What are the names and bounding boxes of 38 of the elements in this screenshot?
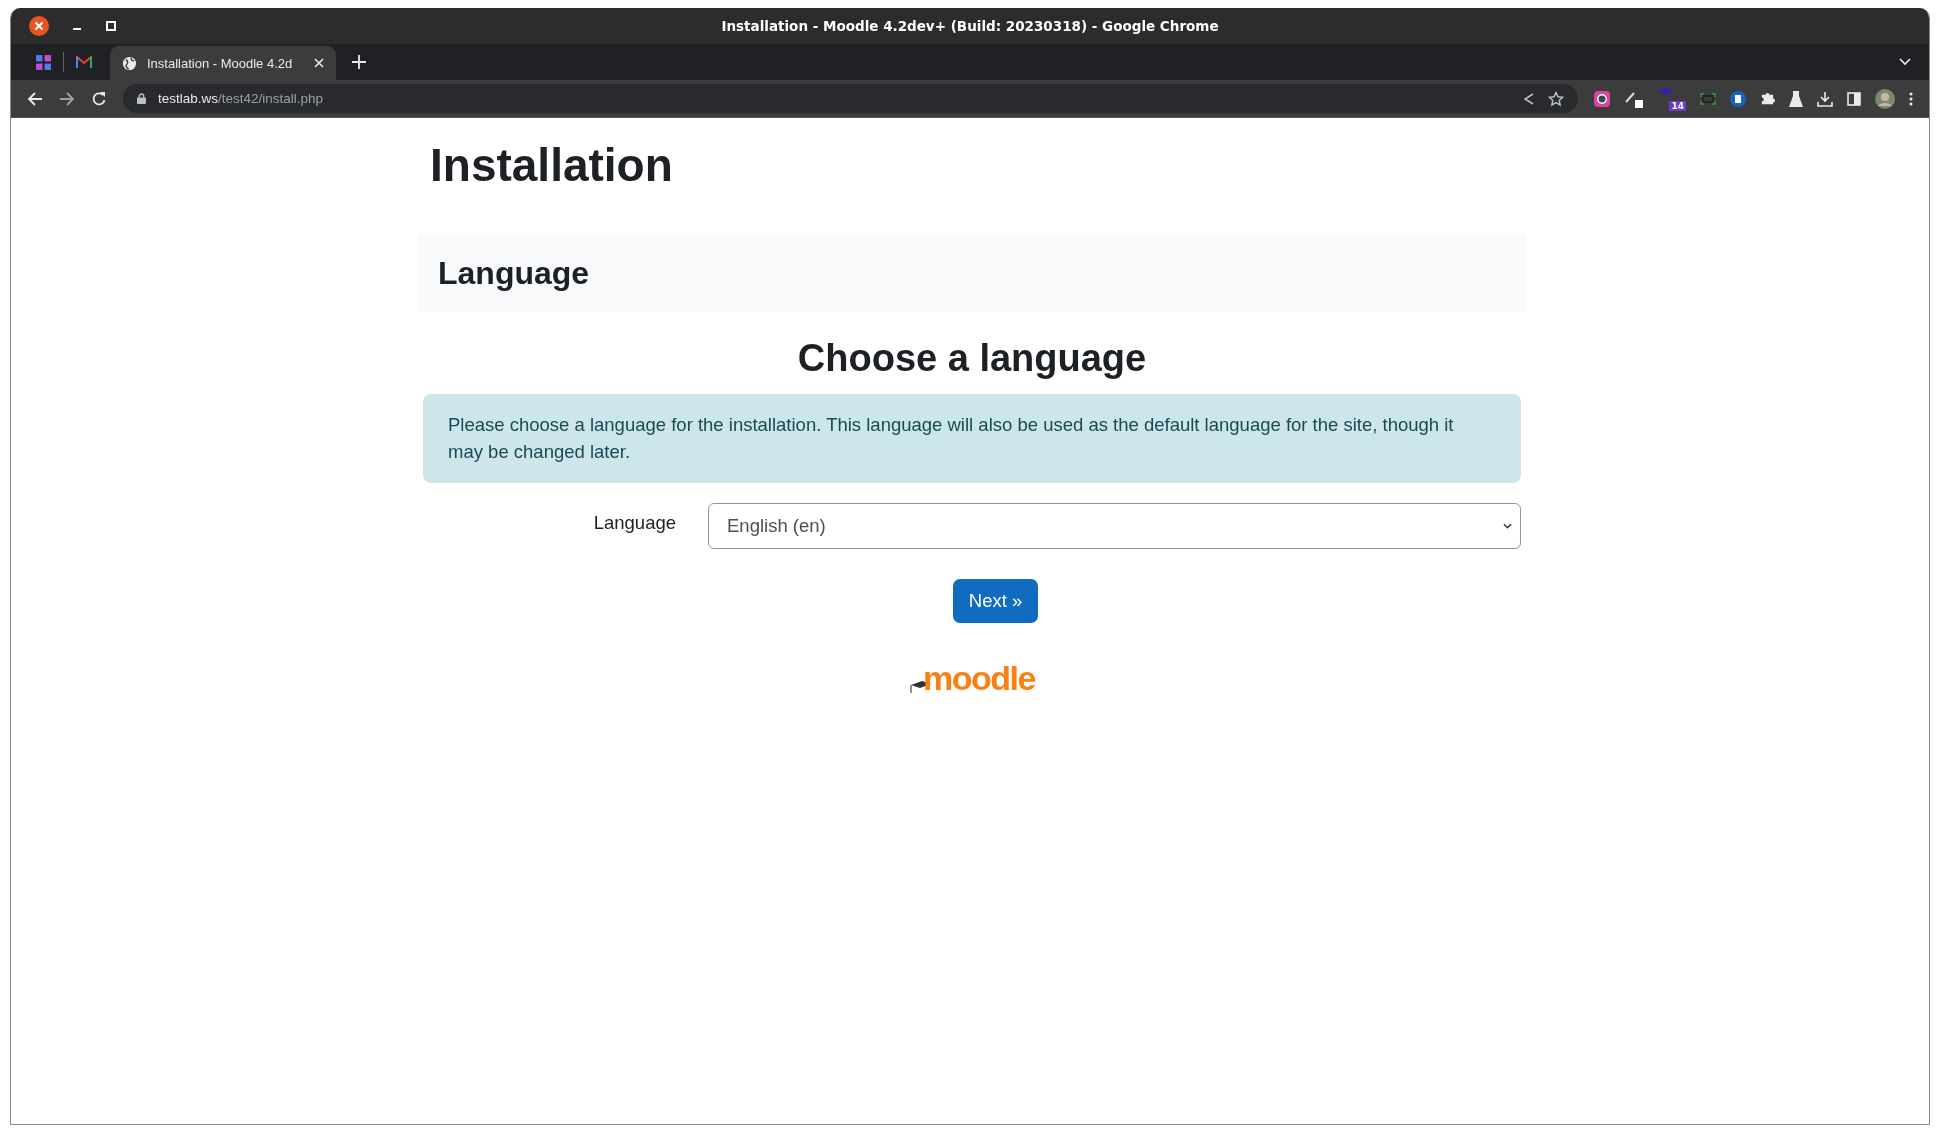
chevron-down-icon [1503, 523, 1512, 530]
page-heading: Installation [430, 138, 674, 193]
forward-icon[interactable] [59, 90, 75, 107]
extension-badge[interactable]: 14 [1658, 86, 1686, 111]
next-button[interactable]: Next » [952, 579, 1039, 624]
field-label: Language [592, 512, 677, 535]
screen-icon[interactable] [1700, 92, 1716, 105]
star-icon[interactable] [1548, 90, 1564, 107]
document-icon[interactable] [1730, 90, 1746, 107]
badge-count: 14 [1669, 100, 1686, 111]
subheading: Choose a language [796, 336, 1148, 381]
download-icon[interactable] [1817, 90, 1833, 107]
tab-title: Installation - Moodle 4.2d [147, 55, 294, 71]
ring-icon[interactable] [1594, 90, 1610, 107]
new-tab-icon[interactable] [352, 55, 366, 69]
more-icon[interactable] [1909, 91, 1913, 106]
reload-icon[interactable] [91, 90, 107, 107]
close-icon[interactable] [29, 16, 49, 36]
language-dropdown[interactable]: English (en) [708, 503, 1521, 550]
alert-text: Please choose a language for the installation. This language will also be used as the default language for the site, though it may be changed later. [448, 413, 1454, 463]
section-title: Language [438, 254, 591, 294]
browser-tab[interactable]: Installation - Moodle 4.2d [110, 46, 336, 80]
chevron-down-icon[interactable] [1899, 58, 1911, 66]
share-icon[interactable] [1522, 91, 1536, 106]
avatar-icon[interactable] [1875, 88, 1895, 109]
mail-icon [76, 56, 92, 68]
side-panel-icon[interactable] [1847, 91, 1861, 106]
back-icon[interactable] [27, 90, 43, 107]
window-title: Installation - Moodle 4.2dev+ (Build: 20230318) - Google Chrome [721, 18, 1219, 34]
address-bar[interactable]: testlab.ws/test42/install.php [123, 84, 1578, 113]
globe-icon [122, 55, 137, 71]
flask-icon[interactable] [1789, 90, 1803, 107]
close-icon[interactable] [314, 58, 324, 68]
maximize-icon[interactable] [105, 20, 117, 32]
url-text: testlab.ws/test42/install.php [158, 91, 324, 106]
lock-icon [137, 93, 146, 104]
puzzle-icon[interactable] [1760, 91, 1775, 106]
grid-icon [34, 53, 52, 71]
